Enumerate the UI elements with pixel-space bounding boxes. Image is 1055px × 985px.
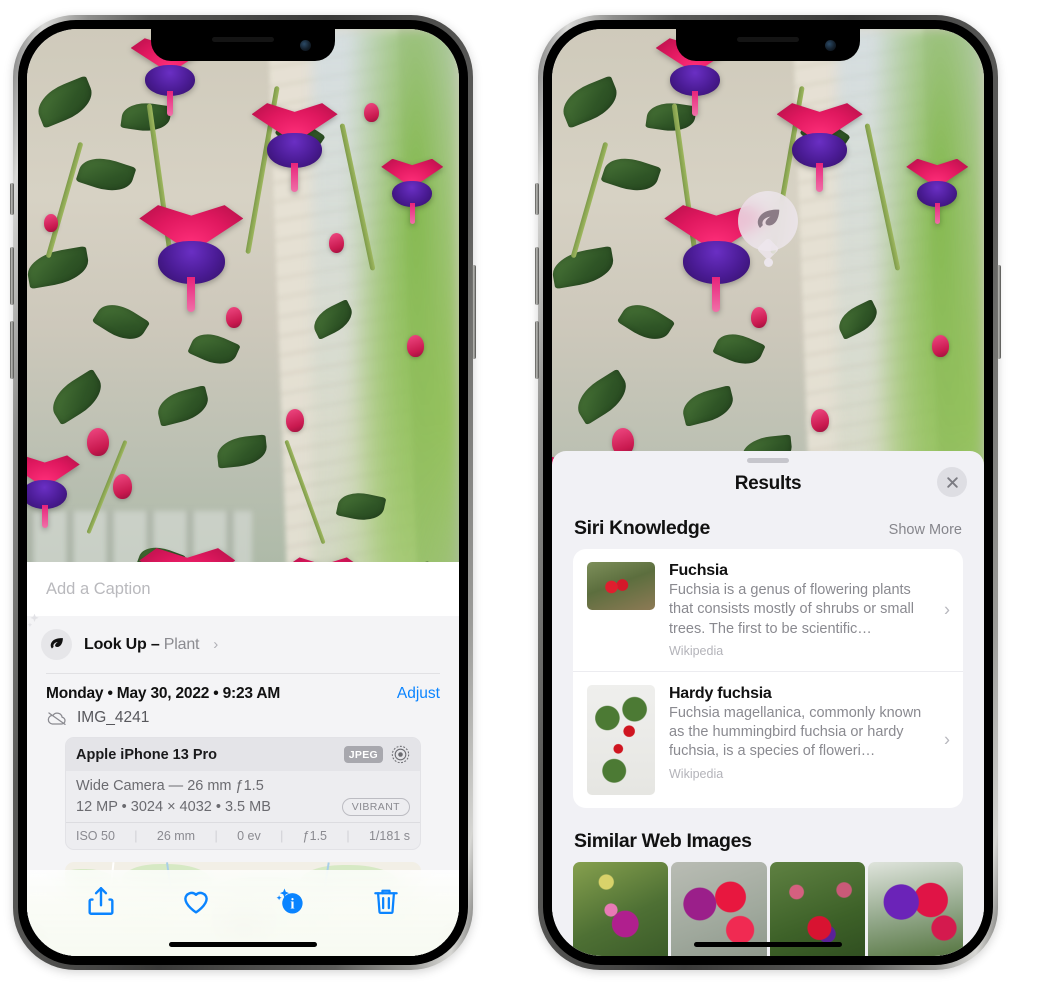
result-source: Wikipedia — [669, 643, 724, 658]
aperture-icon — [391, 745, 410, 764]
look-up-dash: – — [150, 635, 160, 653]
look-up-plant-row[interactable]: Look Up – Plant › — [27, 613, 459, 673]
file-name: IMG_4241 — [77, 709, 150, 726]
exif-focal: 26 mm — [156, 829, 196, 843]
earpiece-speaker — [737, 37, 799, 42]
exif-header-right: JPEG — [343, 745, 410, 764]
info-button[interactable]: i — [274, 884, 308, 918]
silent-switch[interactable] — [535, 183, 539, 215]
power-button[interactable] — [472, 265, 476, 359]
pin-dot — [763, 258, 773, 268]
results-sheet: Results Siri Knowledge Show More Fuchsia… — [552, 451, 984, 956]
image-specs-row: 12 MP • 3024 × 4032 • 3.5 MB VIBRANT — [76, 798, 410, 816]
volume-down-button[interactable] — [10, 321, 14, 379]
image-specs: 12 MP • 3024 × 4032 • 3.5 MB — [76, 799, 271, 815]
exif-body: Wide Camera — 26 mm ƒ1.5 12 MP • 3024 × … — [66, 771, 420, 822]
volume-up-button[interactable] — [535, 247, 539, 305]
web-image-1[interactable] — [573, 861, 669, 956]
share-button[interactable] — [84, 884, 118, 918]
power-button[interactable] — [997, 265, 1001, 359]
leaf-icon — [738, 191, 798, 252]
svg-text:i: i — [290, 897, 294, 913]
photo-date: Monday • May 30, 2022 • 9:23 AM — [46, 685, 281, 702]
siri-knowledge-list: Fuchsia Fuchsia is a genus of flowering … — [573, 549, 963, 808]
result-source: Wikipedia — [669, 766, 724, 781]
section-title: Similar Web Images — [574, 829, 752, 852]
section-title: Siri Knowledge — [574, 517, 710, 539]
look-up-label: Look Up – Plant — [84, 636, 199, 654]
results-header: Results — [552, 463, 984, 497]
siri-knowledge-header: Siri Knowledge Show More — [552, 495, 984, 549]
phone-bezel-right: Results Siri Knowledge Show More Fuchsia… — [543, 20, 993, 965]
lens-info: Wide Camera — 26 mm ƒ1.5 — [76, 778, 264, 794]
photographic-style-badge: VIBRANT — [341, 798, 410, 816]
divider: | — [214, 829, 218, 843]
sparkles-icon — [27, 612, 47, 634]
visual-lookup-pin[interactable] — [738, 191, 798, 268]
delete-button[interactable] — [369, 884, 403, 918]
volume-up-button[interactable] — [10, 247, 14, 305]
caption-input[interactable]: Add a Caption — [27, 562, 459, 616]
results-title: Results — [734, 473, 802, 494]
list-item[interactable]: Hardy fuchsia Fuchsia magellanica, commo… — [573, 670, 963, 808]
exif-card[interactable]: Apple iPhone 13 Pro JPEG Wide Camera — 2… — [65, 737, 421, 850]
phone-right: Results Siri Knowledge Show More Fuchsia… — [535, 15, 1001, 970]
result-thumbnail — [587, 562, 655, 610]
look-up-kind: Plant — [163, 635, 200, 653]
phone-bezel-left: Add a Caption Look Up – Plant › Monday •… — [18, 20, 468, 965]
phone-left: Add a Caption Look Up – Plant › Monday •… — [10, 15, 476, 970]
look-up-text: Look Up — [84, 635, 147, 653]
divider: | — [346, 829, 350, 843]
filename-row: IMG_4241 — [46, 709, 440, 727]
exif-ev: 0 ev — [237, 829, 261, 843]
volume-down-button[interactable] — [535, 321, 539, 379]
screen-left: Add a Caption Look Up – Plant › Monday •… — [27, 29, 459, 956]
divider: | — [134, 829, 138, 843]
earpiece-speaker — [212, 37, 274, 42]
exif-shutter: 1/181 s — [368, 829, 410, 843]
list-item[interactable]: Fuchsia Fuchsia is a genus of flowering … — [573, 549, 963, 671]
divider: | — [280, 829, 284, 843]
leaf-icon — [41, 629, 72, 660]
home-indicator[interactable] — [169, 942, 317, 947]
web-image-4[interactable] — [867, 861, 963, 956]
front-camera — [300, 40, 311, 51]
adjust-button[interactable]: Adjust — [397, 685, 440, 703]
format-badge: JPEG — [343, 746, 383, 763]
date-row: Monday • May 30, 2022 • 9:23 AM Adjust — [46, 685, 440, 703]
favorite-button[interactable] — [179, 884, 213, 918]
exif-aperture: ƒ1.5 — [302, 829, 328, 843]
result-title: Hardy fuchsia — [669, 684, 772, 702]
home-indicator[interactable] — [694, 942, 842, 947]
front-camera — [825, 40, 836, 51]
screen-right: Results Siri Knowledge Show More Fuchsia… — [552, 29, 984, 956]
similar-web-images-header: Similar Web Images — [552, 808, 984, 860]
camera-device: Apple iPhone 13 Pro — [76, 746, 217, 763]
exif-footer: ISO 50 | 26 mm | 0 ev | ƒ1.5 | 1/181 s — [66, 822, 420, 849]
divider — [46, 673, 440, 674]
show-more-button[interactable]: Show More — [889, 522, 962, 538]
chevron-right-icon: › — [944, 599, 950, 620]
exif-header: Apple iPhone 13 Pro JPEG — [66, 738, 420, 771]
chevron-right-icon: › — [944, 729, 950, 750]
caption-placeholder: Add a Caption — [46, 579, 151, 598]
result-body: Hardy fuchsia Fuchsia magellanica, commo… — [669, 685, 949, 781]
result-description: Fuchsia is a genus of flowering plants t… — [669, 582, 914, 637]
exif-iso: ISO 50 — [76, 829, 115, 843]
notch — [676, 29, 860, 61]
result-description: Fuchsia magellanica, commonly known as t… — [669, 704, 922, 760]
notch — [151, 29, 335, 61]
result-body: Fuchsia Fuchsia is a genus of flowering … — [669, 562, 949, 658]
result-title: Fuchsia — [669, 562, 728, 579]
close-button[interactable] — [937, 467, 967, 497]
cloud-slash-icon — [46, 710, 68, 726]
silent-switch[interactable] — [10, 183, 14, 215]
result-thumbnail — [587, 684, 655, 795]
chevron-right-icon: › — [213, 636, 219, 653]
